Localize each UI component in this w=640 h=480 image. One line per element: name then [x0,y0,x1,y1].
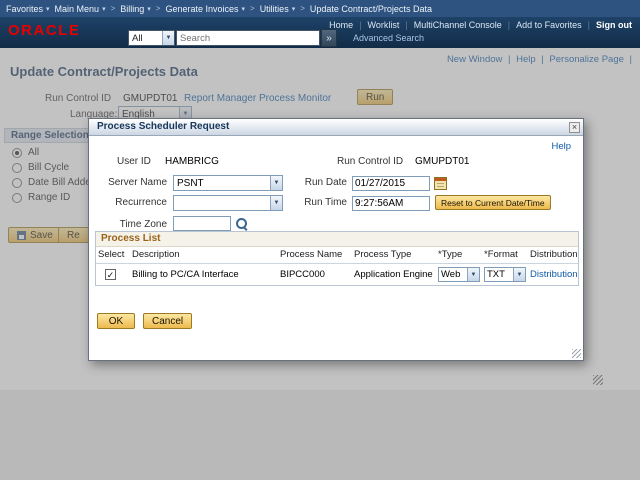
type-select[interactable]: Web ▼ [438,267,480,282]
server-name-label: Server Name [89,177,167,188]
global-search: All ▼ » Advanced Search [128,29,424,47]
breadcrumb-item-current-page: Update Contract/Projects Data [310,4,432,14]
caret-down-icon: ▾ [102,5,106,13]
breadcrumb-separator-icon: > [156,4,161,13]
run-time-label: Run Time [285,197,347,208]
breadcrumb-label: Billing [120,4,144,14]
process-list-title: Process List [96,232,578,247]
breadcrumb-item-favorites[interactable]: Favorites ▾ [6,4,50,14]
calendar-icon[interactable] [434,177,447,190]
chevron-down-icon: ▼ [270,176,282,190]
dialog-title: Process Scheduler Request [89,119,583,136]
search-scope-value: All [129,33,162,44]
time-zone-label: Time Zone [89,219,167,230]
oracle-logo: ORACLE [8,22,80,39]
breadcrumb-label: Generate Invoices [165,4,238,14]
run-date-label: Run Date [285,177,347,188]
multichannel-console-link[interactable]: MultiChannel Console [414,20,502,30]
resize-grip-icon[interactable] [593,375,603,385]
type-value: Web [439,269,467,280]
row-process-type: Application Engine [352,264,436,286]
breadcrumb-separator-icon: > [111,4,116,13]
breadcrumb-item-generate-invoices[interactable]: Generate Invoices ▾ [165,4,245,14]
col-description: Description [130,247,278,264]
breadcrumb-label: Favorites [6,4,43,14]
search-scope-select[interactable]: All ▼ [128,30,175,46]
server-name-value: PSNT [174,178,270,189]
row-description: Billing to PC/CA Interface [130,264,278,286]
search-box [176,30,320,46]
user-id-value: HAMBRICG [165,156,219,167]
lookup-magnifier-icon[interactable] [236,218,248,230]
chevron-down-icon: ▼ [513,268,525,281]
ok-button[interactable]: OK [97,313,135,329]
breadcrumb-item-utilities[interactable]: Utilities ▾ [260,4,296,14]
user-id-label: User ID [117,156,151,167]
search-go-button[interactable]: » [321,29,337,47]
server-name-select[interactable]: PSNT ▼ [173,175,283,191]
advanced-search-link[interactable]: Advanced Search [353,33,424,43]
col-process-name: Process Name [278,247,352,264]
time-zone-input[interactable] [173,216,231,231]
breadcrumb-item-main-menu[interactable]: Main Menu ▾ [55,4,106,14]
caret-down-icon: ▾ [292,5,296,13]
breadcrumb-label: Update Contract/Projects Data [310,4,432,14]
breadcrumb-item-billing[interactable]: Billing ▾ [120,4,151,14]
col-process-type: Process Type [352,247,436,264]
run-date-input[interactable] [352,176,430,191]
row-checkbox[interactable]: ✓ [105,269,116,280]
chevron-down-icon: ▼ [162,31,174,45]
row-process-name: BIPCC000 [278,264,352,286]
grid-header-row: Select Description Process Name Process … [96,247,578,264]
dialog-run-control-id-value: GMUPDT01 [415,156,469,167]
col-select: Select [96,247,130,264]
run-time-input[interactable] [352,196,430,211]
process-row: ✓ Billing to PC/CA Interface BIPCC000 Ap… [96,264,578,286]
process-list: Process List Select Description Process … [95,231,579,286]
distribution-link[interactable]: Distribution [530,269,578,280]
col-format: *Format [482,247,528,264]
chevron-down-icon: ▼ [270,196,282,210]
breadcrumb: Favorites ▾ Main Menu ▾ > Billing ▾ > Ge… [0,0,640,17]
cancel-button[interactable]: Cancel [143,313,192,329]
header-band: ORACLE Home | Worklist | MultiChannel Co… [0,17,640,48]
caret-down-icon: ▾ [46,5,50,13]
breadcrumb-label: Main Menu [55,4,100,14]
process-grid: Select Description Process Name Process … [96,247,578,285]
reset-datetime-button[interactable]: Reset to Current Date/Time [435,195,551,210]
dialog-run-control-id-label: Run Control ID [337,156,403,167]
recurrence-label: Recurrence [89,197,167,208]
format-select[interactable]: TXT ▼ [484,267,526,282]
caret-down-icon: ▾ [242,5,246,13]
dialog-resize-grip-icon[interactable] [572,349,581,358]
chevron-down-icon: ▼ [467,268,479,281]
breadcrumb-separator-icon: > [250,4,255,13]
separator: | [508,20,510,30]
close-icon[interactable]: × [569,122,580,133]
add-to-favorites-link[interactable]: Add to Favorites [516,20,582,30]
format-value: TXT [485,269,513,280]
dialog-help-link[interactable]: Help [551,141,571,152]
recurrence-select[interactable]: ▼ [173,195,283,211]
sign-out-link[interactable]: Sign out [596,20,632,30]
caret-down-icon: ▾ [147,5,151,13]
process-scheduler-dialog: Process Scheduler Request × Help User ID… [88,118,584,361]
breadcrumb-separator-icon: > [300,4,305,13]
col-type: *Type [436,247,482,264]
separator: | [588,20,590,30]
col-distribution: Distribution [528,247,578,264]
breadcrumb-label: Utilities [260,4,289,14]
search-input[interactable] [177,31,319,45]
